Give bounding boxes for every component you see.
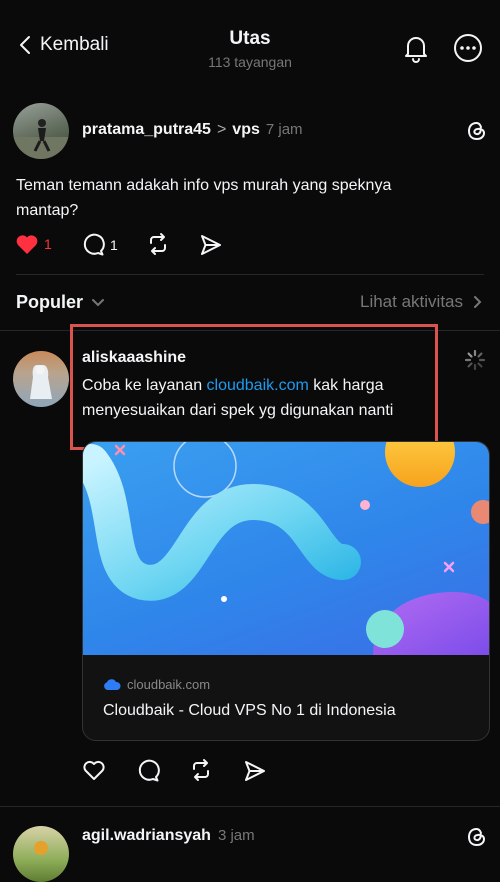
reply-repost-icon[interactable] bbox=[189, 758, 213, 782]
view-activity-link[interactable]: Lihat aktivitas bbox=[360, 292, 482, 312]
link-title: Cloudbaik - Cloud VPS No 1 di Indonesia bbox=[103, 702, 396, 719]
post-topic[interactable]: vps bbox=[232, 121, 260, 139]
chevron-down-icon bbox=[91, 298, 105, 308]
divider bbox=[16, 274, 484, 275]
next-reply-header: agil.wadriansyah 3 jam bbox=[82, 827, 255, 845]
heart-filled-icon bbox=[15, 233, 39, 255]
reply-comment-icon[interactable] bbox=[136, 759, 160, 783]
post-time: 7 jam bbox=[265, 121, 303, 138]
reply-text: Coba ke layanan cloudbaik.com kak harga … bbox=[82, 373, 427, 423]
next-reply-avatar[interactable] bbox=[13, 826, 69, 882]
chevron-right-icon bbox=[473, 295, 482, 309]
comment-button[interactable]: 1 bbox=[81, 233, 118, 257]
cloud-logo-icon bbox=[103, 678, 121, 691]
next-reply-threads-icon[interactable] bbox=[465, 825, 489, 849]
post-username[interactable]: pratama_putra45 bbox=[82, 121, 211, 139]
back-button[interactable]: Kembali bbox=[18, 34, 109, 56]
loading-spinner-icon bbox=[464, 349, 486, 371]
divider bbox=[0, 806, 500, 807]
post-text: Teman temann adakah info vps murah yang … bbox=[16, 177, 392, 219]
post-header: pratama_putra45 > vps 7 jam bbox=[82, 121, 303, 139]
reply-avatar[interactable] bbox=[13, 351, 69, 407]
reply-link[interactable]: cloudbaik.com bbox=[207, 377, 309, 394]
sort-dropdown[interactable]: Populer bbox=[16, 292, 105, 313]
sort-label: Populer bbox=[16, 292, 84, 312]
more-options-icon[interactable] bbox=[453, 33, 483, 63]
link-preview-image bbox=[83, 442, 489, 655]
comment-icon bbox=[81, 233, 105, 257]
reply-username[interactable]: aliskaaashine bbox=[82, 349, 186, 367]
like-button[interactable]: 1 bbox=[15, 233, 52, 255]
link-domain: cloudbaik.com bbox=[127, 677, 211, 692]
back-label: Kembali bbox=[40, 34, 109, 55]
repost-icon[interactable] bbox=[146, 232, 170, 256]
threads-logo-icon[interactable] bbox=[465, 119, 489, 143]
reply-share-icon[interactable] bbox=[243, 759, 267, 783]
chevron-left-icon bbox=[18, 34, 32, 56]
like-count: 1 bbox=[44, 236, 52, 252]
next-reply-username[interactable]: agil.wadriansyah bbox=[82, 827, 211, 845]
reply-text-start: Coba ke layanan bbox=[82, 377, 207, 394]
reply-like-icon[interactable] bbox=[82, 759, 106, 781]
avatar[interactable] bbox=[13, 103, 69, 159]
next-reply-time: 3 jam bbox=[217, 827, 255, 844]
comment-count: 1 bbox=[110, 237, 118, 253]
topic-separator: > bbox=[216, 121, 227, 138]
view-activity-label: Lihat aktivitas bbox=[360, 292, 463, 311]
link-preview-card[interactable]: cloudbaik.com Cloudbaik - Cloud VPS No 1… bbox=[82, 441, 490, 741]
share-icon[interactable] bbox=[199, 233, 223, 257]
notification-bell-icon[interactable] bbox=[401, 33, 431, 63]
